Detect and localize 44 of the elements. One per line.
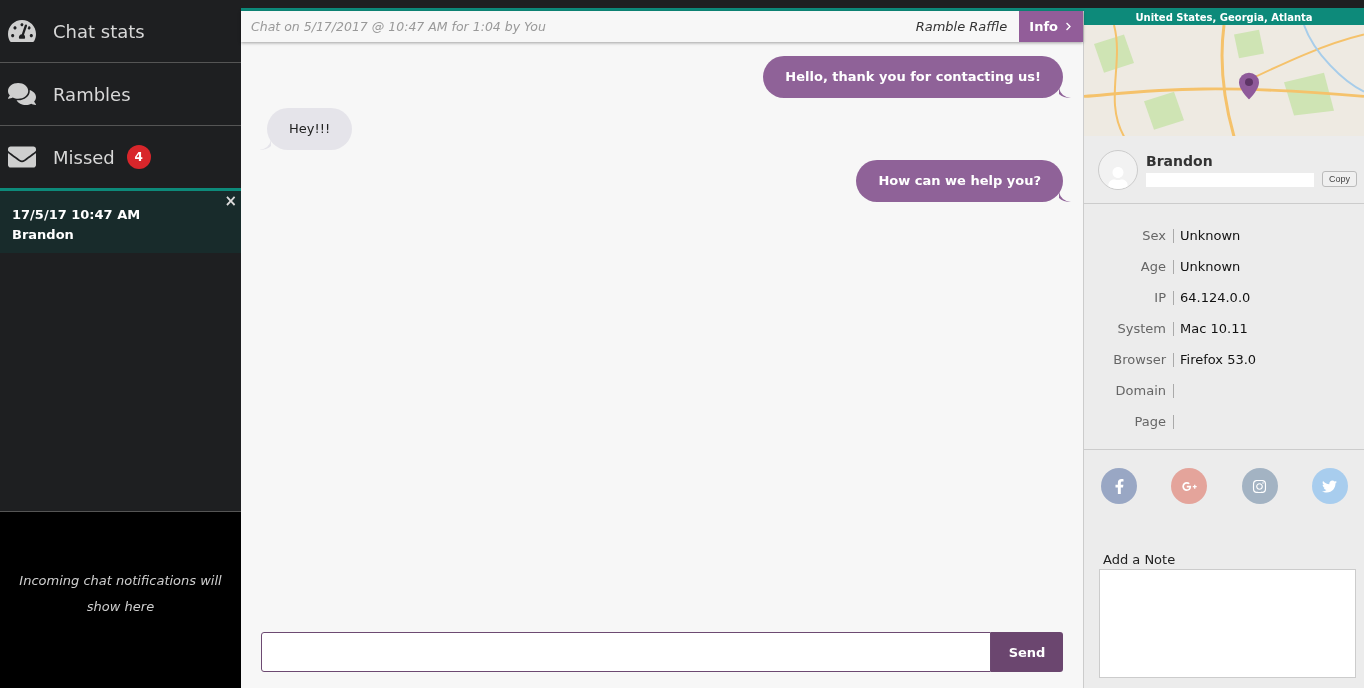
note-label: Add a Note xyxy=(1103,552,1177,568)
raffle-label: Ramble Raffle xyxy=(915,19,1008,34)
chat-session-item[interactable]: × 17/5/17 10:47 AM Brandon xyxy=(0,188,241,253)
send-button[interactable]: Send xyxy=(991,632,1063,672)
field-label: Age xyxy=(1139,259,1166,275)
field-label: Browser xyxy=(1112,352,1166,368)
bubble-tail xyxy=(1059,88,1071,98)
nav-item[interactable]: Missed 4 xyxy=(0,126,241,188)
note-field[interactable] xyxy=(1099,569,1356,678)
field-value: Mac 10.11 xyxy=(1180,321,1249,337)
field-value: 64.124.0.0 xyxy=(1180,290,1252,306)
avatar-icon xyxy=(1098,149,1138,190)
speech-bubbles-icon xyxy=(8,80,37,108)
instagram-icon[interactable] xyxy=(1241,468,1278,505)
twitter-icon[interactable] xyxy=(1312,468,1348,505)
field-value: Unknown xyxy=(1180,228,1242,244)
chevron-right-icon xyxy=(1064,22,1073,31)
visitor-name: Brandon xyxy=(1146,152,1214,169)
field-label: IP xyxy=(1153,290,1166,306)
field-label: Page xyxy=(1133,414,1166,430)
facebook-icon[interactable] xyxy=(1101,468,1137,505)
count-badge: 4 xyxy=(126,145,151,169)
field-label: System xyxy=(1116,321,1166,337)
nav-item[interactable]: Chat stats xyxy=(0,0,241,63)
google-icon[interactable] xyxy=(1171,468,1208,505)
field-label: Domain xyxy=(1114,383,1166,399)
nav-label: Chat stats xyxy=(53,20,145,42)
session-time: 17/5/17 10:47 AM xyxy=(12,206,142,224)
message-input[interactable] xyxy=(261,632,991,672)
nav-label: Missed xyxy=(53,146,115,168)
session-name: Brandon xyxy=(12,226,75,244)
bubble-tail xyxy=(1059,192,1071,202)
location-bar: United States, Georgia, Atlanta xyxy=(1084,11,1364,25)
close-button[interactable]: × xyxy=(224,191,237,211)
nav-item[interactable]: Rambles xyxy=(0,63,241,126)
field-label: Sex xyxy=(1141,228,1166,244)
copy-button[interactable]: Copy xyxy=(1322,170,1357,187)
gauge-icon xyxy=(8,17,37,45)
info-button[interactable]: Info xyxy=(1019,11,1083,42)
field-value: Unknown xyxy=(1180,259,1242,275)
notification-text: Incoming chat notifications will show here xyxy=(18,572,223,616)
field-value: Firefox 53.0 xyxy=(1180,352,1258,368)
nav-label: Rambles xyxy=(53,83,131,105)
chat-title: Chat on 5/17/2017 @ 10:47 AM for 1:04 by You xyxy=(250,19,547,34)
